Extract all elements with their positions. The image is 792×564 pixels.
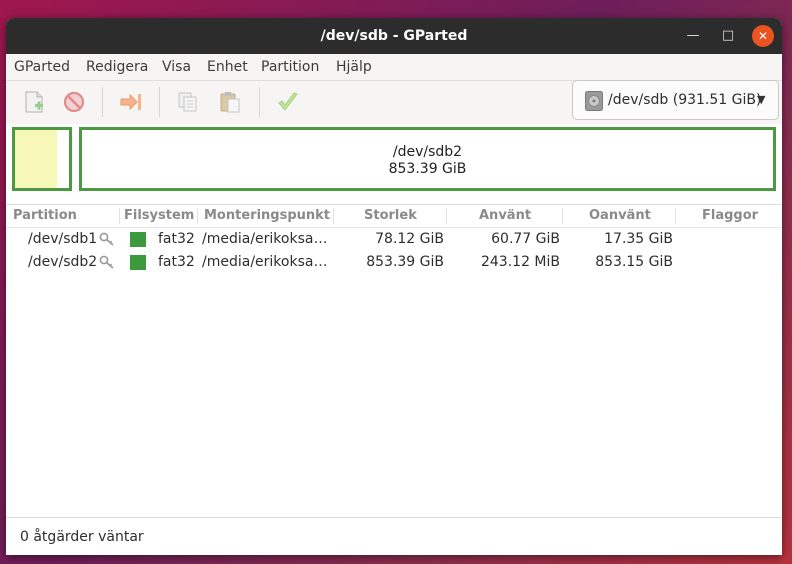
toolbar-separator [159,87,160,117]
menu-bar: GParted Redigera Visa Enhet Partition Hj… [6,54,782,81]
filesystem: fat32 [158,254,195,270]
maximize-button[interactable]: □ [717,25,739,47]
filesystem-color-swatch [130,255,146,270]
column-header-filesystem[interactable]: Filsystem [124,205,194,227]
table-row[interactable]: /dev/sdb1 fat32 /media/erikoksa… 78.12 G… [6,228,782,251]
menu-help[interactable]: Hjälp [336,54,372,80]
chevron-down-icon: ▼ [757,93,766,106]
column-header-partition[interactable]: Partition [13,205,77,227]
menu-edit[interactable]: Redigera [86,54,148,80]
mount-point: /media/erikoksa… [202,231,328,247]
size: 78.12 GiB [375,231,444,247]
pending-operations-status: 0 åtgärder väntar [20,529,144,545]
column-header-unused[interactable]: Oanvänt [589,205,651,227]
close-button[interactable]: ✕ [752,25,774,47]
status-bar: 0 åtgärder väntar [6,517,782,555]
paste-button[interactable] [218,90,242,114]
used: 243.12 MiB [480,254,560,270]
column-separator [197,208,198,224]
partition-name: /dev/sdb1 [28,231,98,247]
partition-block-sdb1[interactable] [12,127,72,191]
column-separator [333,208,334,224]
column-separator [119,208,120,224]
toolbar-separator [259,87,260,117]
minimize-button[interactable]: — [682,25,704,47]
menu-device[interactable]: Enhet [207,54,248,80]
menu-view[interactable]: Visa [162,54,191,80]
paste-icon [220,92,240,113]
size: 853.39 GiB [366,254,444,270]
filesystem: fat32 [158,231,195,247]
partition-block-name: /dev/sdb2 [392,144,463,160]
partition-block-size: 853.39 GiB [388,161,467,177]
column-header-flags[interactable]: Flaggor [702,205,758,227]
menu-gparted[interactable]: GParted [14,54,70,80]
new-partition-icon [25,91,43,113]
gparted-window: /dev/sdb - GParted — □ ✕ GParted Rediger… [6,18,782,555]
unused: 853.15 GiB [595,254,673,270]
resize-move-icon [120,93,141,111]
maximize-icon: □ [721,28,735,43]
minimize-icon: — [686,28,700,43]
key-icon [99,232,114,246]
window-title: /dev/sdb - GParted [320,28,468,44]
copy-button[interactable] [176,90,200,114]
resize-move-button[interactable] [119,90,143,114]
title-bar: /dev/sdb - GParted — □ ✕ [6,18,782,54]
mount-point: /media/erikoksa… [202,254,328,270]
used-space-fill [15,130,58,188]
column-header-size[interactable]: Storlek [364,205,417,227]
column-separator [446,208,447,224]
unused: 17.35 GiB [604,231,673,247]
apply-check-icon [278,92,298,111]
column-header-mountpoint[interactable]: Monteringspunkt [204,205,330,227]
partition-name: /dev/sdb2 [28,254,98,270]
column-separator [562,208,563,224]
delete-button[interactable] [62,90,86,114]
menu-partition[interactable]: Partition [261,54,319,80]
column-separator [675,208,676,224]
key-icon [99,255,114,269]
new-partition-button[interactable] [22,90,46,114]
table-header: Partition Filsystem Monteringspunkt Stor… [6,204,782,228]
partition-block-sdb2[interactable]: /dev/sdb2 853.39 GiB [79,127,776,191]
apply-button[interactable] [276,90,300,114]
toolbar-separator [102,87,103,117]
close-icon: ✕ [757,29,769,43]
harddisk-icon [585,91,603,111]
delete-icon [63,91,85,113]
filesystem-color-swatch [130,232,146,247]
device-label: /dev/sdb (931.51 GiB) [608,92,762,108]
table-row[interactable]: /dev/sdb2 fat32 /media/erikoksa… 853.39 … [6,251,782,274]
disk-map: /dev/sdb2 853.39 GiB [6,124,782,200]
column-header-used[interactable]: Använt [479,205,531,227]
used: 60.77 GiB [491,231,560,247]
device-selector[interactable]: /dev/sdb (931.51 GiB) ▼ [572,80,779,120]
copy-icon [178,92,197,112]
